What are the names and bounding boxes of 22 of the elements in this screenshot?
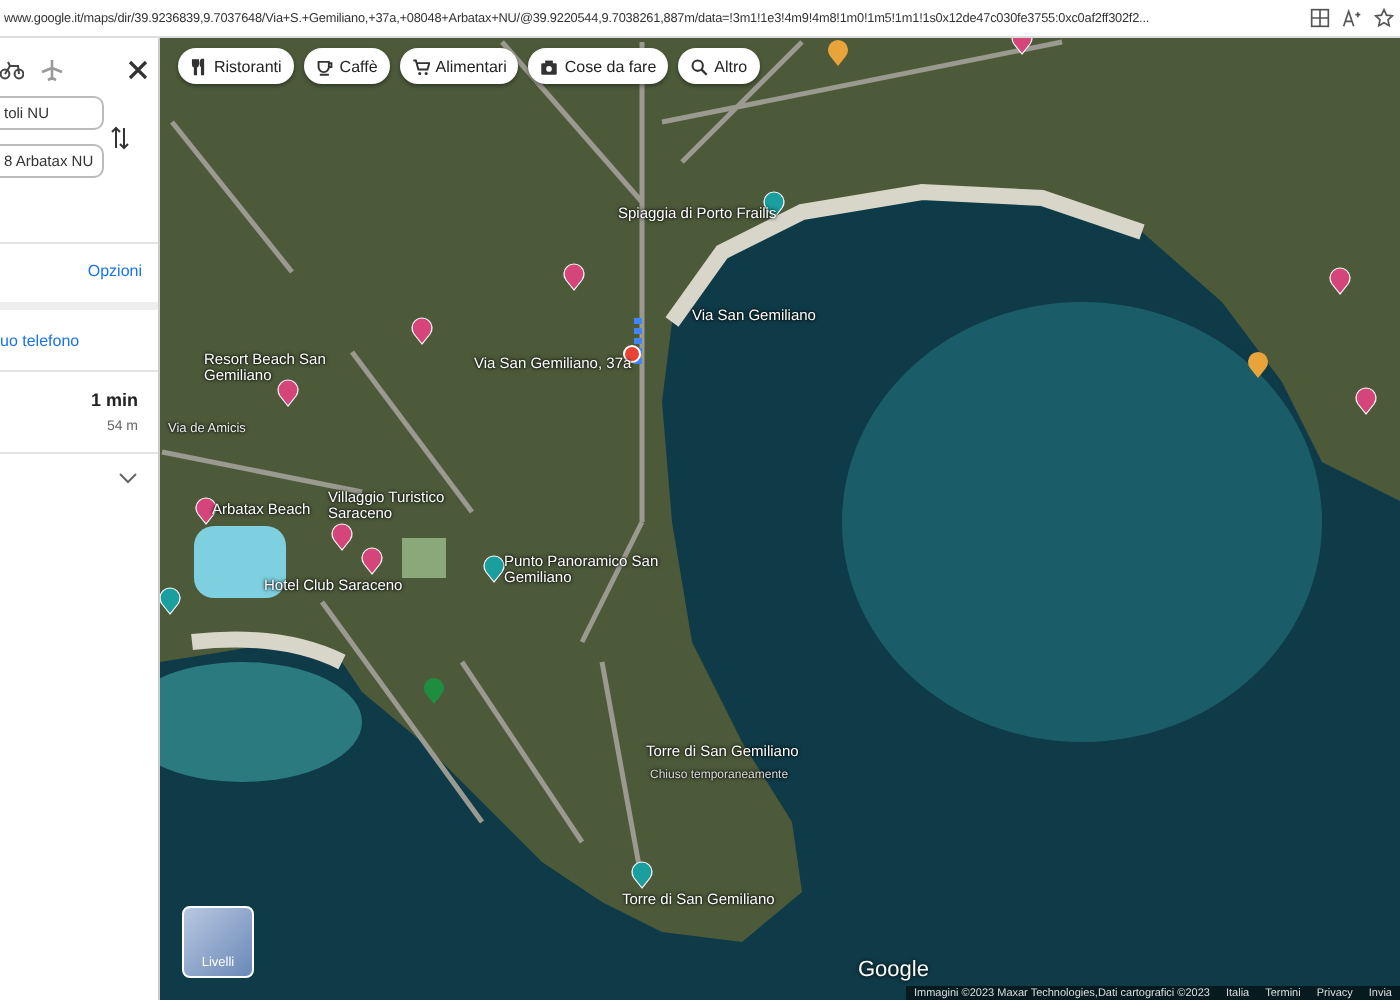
bicycle-icon[interactable] xyxy=(0,58,24,82)
cart-icon xyxy=(411,57,430,75)
chevron-icon[interactable] xyxy=(118,470,138,486)
route-duration: 1 min xyxy=(90,390,138,410)
map-logo: Google xyxy=(858,958,929,982)
grid-icon[interactable] xyxy=(1310,8,1330,28)
category-chip[interactable]: Alimentari xyxy=(399,48,519,84)
send-to-phone-link[interactable]: uo telefono xyxy=(0,332,80,350)
fork-knife-icon xyxy=(190,57,208,75)
read-aloud-icon[interactable] xyxy=(1342,8,1362,28)
star-icon[interactable] xyxy=(1374,8,1394,28)
category-chip[interactable]: Altro xyxy=(678,48,760,84)
category-chip[interactable]: Caffè xyxy=(303,48,390,84)
search-icon xyxy=(690,57,709,75)
cup-icon xyxy=(315,57,334,75)
close-icon[interactable] xyxy=(126,58,150,82)
camera-icon xyxy=(540,57,559,75)
airplane-icon[interactable] xyxy=(40,58,64,82)
category-chip[interactable]: Cose da fare xyxy=(528,48,669,84)
options-link[interactable]: Opzioni xyxy=(87,262,142,302)
swap-icon[interactable] xyxy=(110,123,130,151)
category-chip[interactable]: Ristoranti xyxy=(178,48,294,84)
